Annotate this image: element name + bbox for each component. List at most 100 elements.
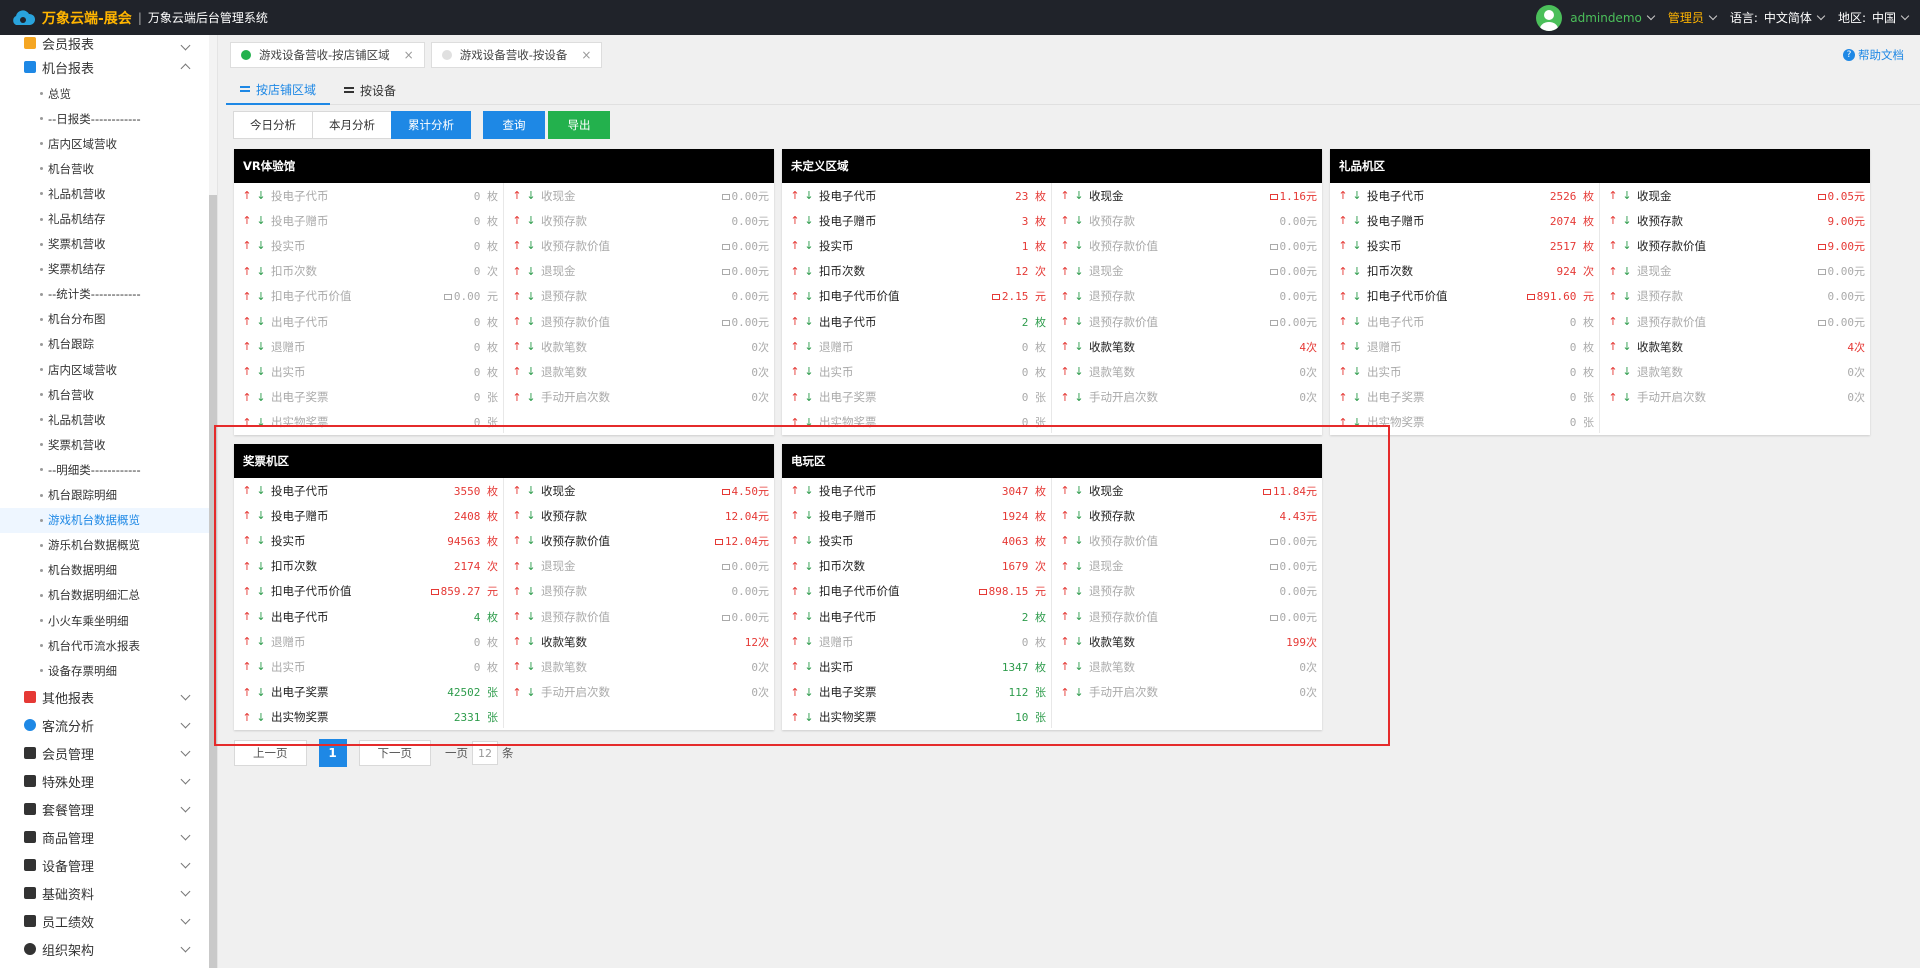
sidebar-sub-item[interactable]: 机台分布图 [0,307,217,332]
metric-row[interactable]: ↑ ↓ 投实币 0 枚 [234,233,503,258]
sidebar-sub-item[interactable]: 机台跟踪明细 [0,483,217,508]
sidebar-item[interactable]: 组织架构 [0,935,217,963]
metric-row[interactable]: ↑ ↓ 投电子赠币 0 枚 [234,208,503,233]
view-tab[interactable]: 按店铺区域 [226,75,331,105]
metric-row[interactable]: ↑ ↓ 退赠币 0 枚 [1330,334,1599,359]
metric-row[interactable]: ↑ ↓ 出电子代币 0 枚 [234,309,503,334]
period-button[interactable]: 今日分析 [233,111,313,139]
sidebar-sub-item[interactable]: 礼品机结存 [0,206,217,231]
query-button[interactable]: 查询 [483,111,545,139]
metric-row[interactable]: ↑ ↓ 退款笔数 0次 [1052,359,1322,384]
metric-row[interactable]: ↑ ↓ 退赠币 0 枚 [234,334,503,359]
metric-row[interactable]: ↑ ↓ 收预存款 0.00元 [504,208,774,233]
metric-row[interactable]: ↑ ↓ 退款笔数 0次 [1600,359,1870,384]
metric-row[interactable]: ↑ ↓ 出实币 0 枚 [782,359,1051,384]
metric-row[interactable]: ↑ ↓ 收预存款 9.00元 [1600,208,1870,233]
sidebar-sub-item[interactable]: 机台数据明细 [0,558,217,583]
sidebar-item[interactable]: 特殊处理 [0,767,217,795]
metric-row[interactable]: ↑ ↓ 收现金 0.00元 [504,183,774,208]
view-tab[interactable]: 按设备 [330,75,410,105]
metric-row[interactable]: ↑ ↓ 退现金 0.00元 [1052,259,1322,284]
sidebar-sub-item[interactable]: 设备存票明细 [0,658,217,683]
metric-row[interactable]: ↑ ↓ 扣电子代币价值 0.00 元 [234,284,503,309]
metric-row[interactable]: ↑ ↓ 扣电子代币价值 2.15 元 [782,284,1051,309]
metric-row[interactable]: ↑ ↓ 出电子奖票 0 张 [234,385,503,410]
sidebar-sub-item[interactable]: 礼品机营收 [0,407,217,432]
sidebar-sub-item[interactable]: 奖票机营收 [0,432,217,457]
metric-row[interactable]: ↑ ↓ 手动开启次数 0次 [1052,385,1322,410]
period-button[interactable]: 累计分析 [391,111,471,139]
sidebar-sub-item[interactable]: 小火车乘坐明细 [0,608,217,633]
metric-row[interactable]: ↑ ↓ 退款笔数 0次 [504,359,774,384]
sidebar-sub-item[interactable]: 奖票机结存 [0,257,217,282]
metric-row[interactable]: ↑ ↓ 退现金 0.00元 [1600,259,1870,284]
metric-row[interactable]: ↑ ↓ 收款笔数 4次 [1600,334,1870,359]
page-tab[interactable]: 游戏设备营收-按店铺区域 × [230,42,425,68]
metric-row[interactable]: ↑ ↓ 扣币次数 0 次 [234,259,503,284]
sidebar-item[interactable]: 客流分析 [0,711,217,739]
help-link[interactable]: ? 帮助文档 [1843,47,1904,63]
metric-row[interactable]: ↑ ↓ 投电子赠币 3 枚 [782,208,1051,233]
sidebar-item[interactable]: 员工绩效 [0,907,217,935]
metric-row[interactable]: ↑ ↓ 投电子赠币 2074 枚 [1330,208,1599,233]
sidebar-sub-item[interactable]: 机台数据明细汇总 [0,583,217,608]
metric-row[interactable]: ↑ ↓ 出实币 0 枚 [1330,359,1599,384]
metric-row[interactable]: ↑ ↓ 手动开启次数 0次 [504,385,774,410]
sidebar-sub-item[interactable]: 游戏机台数据概览 [0,507,217,533]
metric-row[interactable]: ↑ ↓ 出电子奖票 0 张 [782,385,1051,410]
metric-row[interactable]: ↑ ↓ 投电子代币 2526 枚 [1330,183,1599,208]
logo[interactable]: 万象云端-展会 | 万象云端后台管理系统 [0,8,268,28]
sidebar-sub-item[interactable]: 店内区域营收 [0,357,217,382]
metric-row[interactable]: ↑ ↓ 退预存款价值 0.00元 [1600,309,1870,334]
metric-row[interactable]: ↑ ↓ 投电子代币 23 枚 [782,183,1051,208]
metric-row[interactable]: ↑ ↓ 扣币次数 924 次 [1330,259,1599,284]
metric-row[interactable]: ↑ ↓ 退预存款 0.00元 [1600,284,1870,309]
sidebar-sub-item[interactable]: 总览 [0,81,217,106]
metric-row[interactable]: ↑ ↓ 收款笔数 4次 [1052,334,1322,359]
metric-row[interactable]: ↑ ↓ 收预存款价值 0.00元 [1052,233,1322,258]
metric-row[interactable]: ↑ ↓ 退赠币 0 枚 [782,334,1051,359]
sidebar-sub-item[interactable]: 机台代币流水报表 [0,633,217,658]
metric-row[interactable]: ↑ ↓ 退预存款 0.00元 [1052,284,1322,309]
sidebar-item[interactable]: 设备管理 [0,851,217,879]
close-icon[interactable]: × [581,48,591,62]
metric-row[interactable]: ↑ ↓ 出电子奖票 0 张 [1330,385,1599,410]
metric-row[interactable]: ↑ ↓ 投实币 1 枚 [782,233,1051,258]
metric-row[interactable]: ↑ ↓ 扣币次数 12 次 [782,259,1051,284]
sidebar-sub-item[interactable]: 机台跟踪 [0,332,217,357]
language-menu[interactable]: 语言: 中文简体 [1730,9,1826,26]
sidebar-sub-item[interactable]: 店内区域营收 [0,131,217,156]
sidebar-item[interactable]: 会员报表 [0,33,217,53]
export-button[interactable]: 导出 [548,111,610,139]
metric-row[interactable]: ↑ ↓ 扣电子代币价值 891.60 元 [1330,284,1599,309]
sidebar-item[interactable]: 其他报表 [0,683,217,711]
metric-row[interactable]: ↑ ↓ 收现金 0.05元 [1600,183,1870,208]
metric-row[interactable]: ↑ ↓ 手动开启次数 0次 [1600,385,1870,410]
sidebar-item[interactable]: 商品管理 [0,823,217,851]
metric-row[interactable]: ↑ ↓ 出实币 0 枚 [234,359,503,384]
sidebar-item[interactable]: 会员管理 [0,739,217,767]
metric-row[interactable]: ↑ ↓ 投电子代币 0 枚 [234,183,503,208]
sidebar-sub-item[interactable]: 机台营收 [0,382,217,407]
sidebar-sub-item[interactable]: 奖票机营收 [0,232,217,257]
metric-row[interactable]: ↑ ↓ 投实币 2517 枚 [1330,233,1599,258]
metric-row[interactable]: ↑ ↓ 收预存款价值 9.00元 [1600,233,1870,258]
metric-row[interactable]: ↑ ↓ 退预存款价值 0.00元 [1052,309,1322,334]
metric-row[interactable]: ↑ ↓ 退预存款 0.00元 [504,284,774,309]
metric-row[interactable]: ↑ ↓ 退现金 0.00元 [504,259,774,284]
metric-row[interactable]: ↑ ↓ 出电子代币 0 枚 [1330,309,1599,334]
sidebar-item[interactable]: 套餐管理 [0,795,217,823]
page-tab[interactable]: 游戏设备营收-按设备 × [430,42,603,68]
metric-row[interactable]: ↑ ↓ 收款笔数 0次 [504,334,774,359]
close-icon[interactable]: × [404,48,414,62]
sidebar-sub-item[interactable]: --明细类------------ [0,457,217,482]
metric-row[interactable]: ↑ ↓ 退预存款价值 0.00元 [504,309,774,334]
period-button[interactable]: 本月分析 [312,111,392,139]
sidebar-sub-item[interactable]: --日报类------------ [0,106,217,131]
sidebar-sub-item[interactable]: 游乐机台数据概览 [0,533,217,558]
metric-row[interactable]: ↑ ↓ 出电子代币 2 枚 [782,309,1051,334]
sidebar-item[interactable]: 机台报表 [0,53,217,81]
metric-row[interactable]: ↑ ↓ 收现金 1.16元 [1052,183,1322,208]
metric-row[interactable]: ↑ ↓ 收预存款价值 0.00元 [504,233,774,258]
user-menu[interactable]: admindemo [1536,4,1656,31]
